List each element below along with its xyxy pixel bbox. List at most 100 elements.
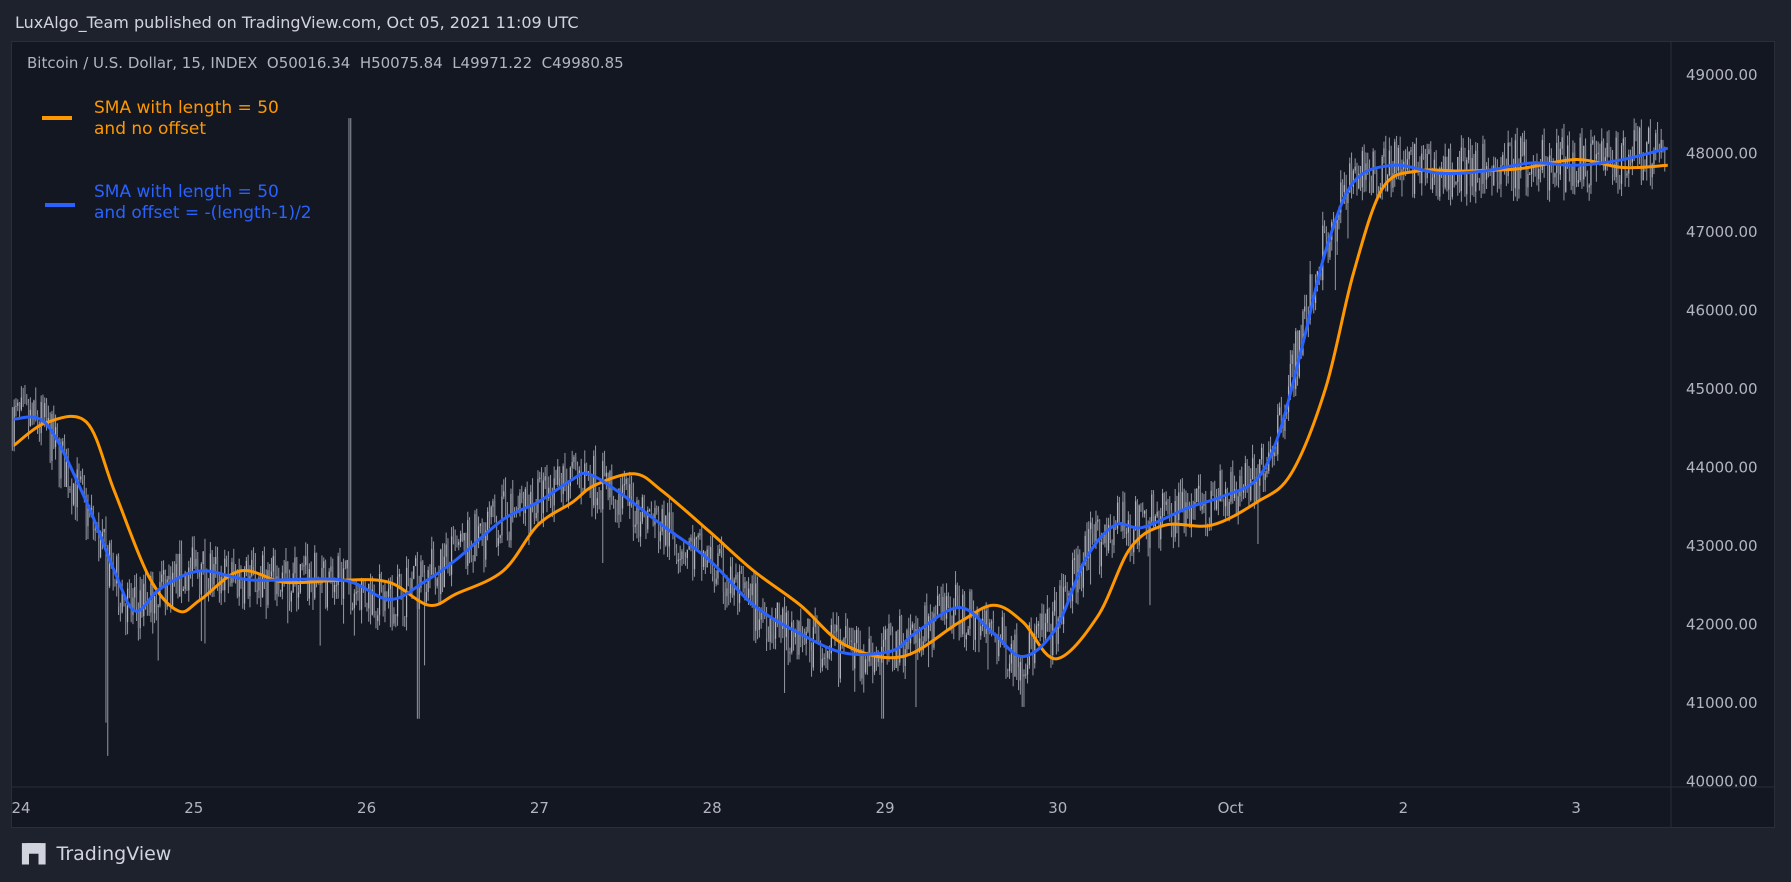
candle-body [314,552,316,599]
candle-body [692,537,694,570]
candle-body [422,561,424,573]
candle-body [1176,501,1178,521]
candle-body [1408,151,1410,160]
candle-body [749,588,751,596]
candle-body [1622,138,1624,146]
candle-body [348,559,350,582]
candle-body [350,581,352,610]
candle-body [956,584,958,596]
candle-body [731,566,733,596]
candle-body [1156,511,1158,517]
candle-body [243,571,246,604]
candle-body [1008,663,1011,672]
candle-body [535,512,537,519]
candle-body [839,640,841,679]
candle-body [269,570,271,577]
time-tick-label: 30 [1048,799,1067,817]
candle-body [881,646,883,663]
candle-body [1363,150,1365,180]
candle-body [1210,490,1212,527]
candle-body [1205,503,1207,527]
candle-body [1543,139,1545,166]
candle-body [182,589,184,591]
candle-body [591,488,593,506]
candle-body [1322,225,1324,281]
candle-body [672,524,674,538]
candle-body [301,564,303,567]
candle-body [1538,168,1540,180]
candle-body [15,405,17,407]
candle-body [1572,152,1574,186]
candle-body [326,579,328,608]
candle-body [1593,140,1596,160]
candle-body [279,590,282,592]
time-axis[interactable]: 24 25 26 27 28 29 30 Oct 2 3 [11,799,1581,817]
candle-body [1197,485,1200,489]
candle-body [461,533,463,541]
candle-body [1167,501,1169,506]
candle-body [819,644,822,668]
price-axis[interactable]: 49000.00 48000.00 47000.00 46000.00 45000.00… [1686,66,1758,791]
candle-body [891,632,894,660]
candle-body [49,418,51,461]
candle-body [467,520,469,566]
candle-body [834,631,836,633]
candle-body [76,469,78,508]
candle-body [1613,174,1615,178]
candle-body [162,570,165,575]
candle-body [670,512,672,525]
candle-body [821,658,823,668]
candle-body [1093,533,1095,541]
candle-body [1518,170,1520,190]
candle-body [171,572,174,607]
candle-body [69,489,71,491]
candle-body [35,400,37,415]
candle-body [1113,524,1115,546]
candle-body [569,467,571,486]
candle-body [825,657,827,659]
candle-body [296,557,298,598]
candle-body [598,498,600,500]
candle-body [355,591,357,594]
candle-body [679,559,681,561]
candle-body [256,590,258,592]
candle-body [1521,137,1524,156]
candle-body [521,492,523,499]
candle-body [1003,617,1005,641]
candle-body [1498,181,1500,185]
candle-body [1620,145,1623,184]
candle-body [1485,166,1488,180]
candle-body [72,483,75,505]
sma-offset-line [13,146,1669,659]
candle-body [1111,539,1113,546]
candle-body [1626,173,1628,176]
candle-body [63,441,66,487]
candle-body [1118,502,1120,523]
candle-body [1147,531,1149,548]
candle-body [857,629,859,644]
candle-body [94,528,96,531]
candle-body [990,621,993,623]
candle-body [288,573,291,602]
candle-body [562,465,564,495]
candle-body [1181,491,1183,510]
candle-body [1165,501,1167,505]
candle-body [497,537,499,546]
candle-body [303,565,305,567]
tradingview-brand[interactable]: ▐▀▌ TradingView [15,843,171,865]
candle-body [1140,505,1142,508]
candle-body [1343,185,1345,193]
candle-body [105,529,107,547]
candle-body [202,551,204,564]
candle-body [1494,165,1497,169]
candle-body [188,567,190,591]
candle-body [476,513,478,544]
candle-body [533,506,535,519]
candle-body [1509,142,1511,146]
candle-body [1017,667,1020,681]
candle-body [1278,407,1281,415]
candle-body [1062,587,1065,625]
candle-body [1035,625,1038,634]
candle-body [846,626,849,639]
candle-body [193,547,195,567]
